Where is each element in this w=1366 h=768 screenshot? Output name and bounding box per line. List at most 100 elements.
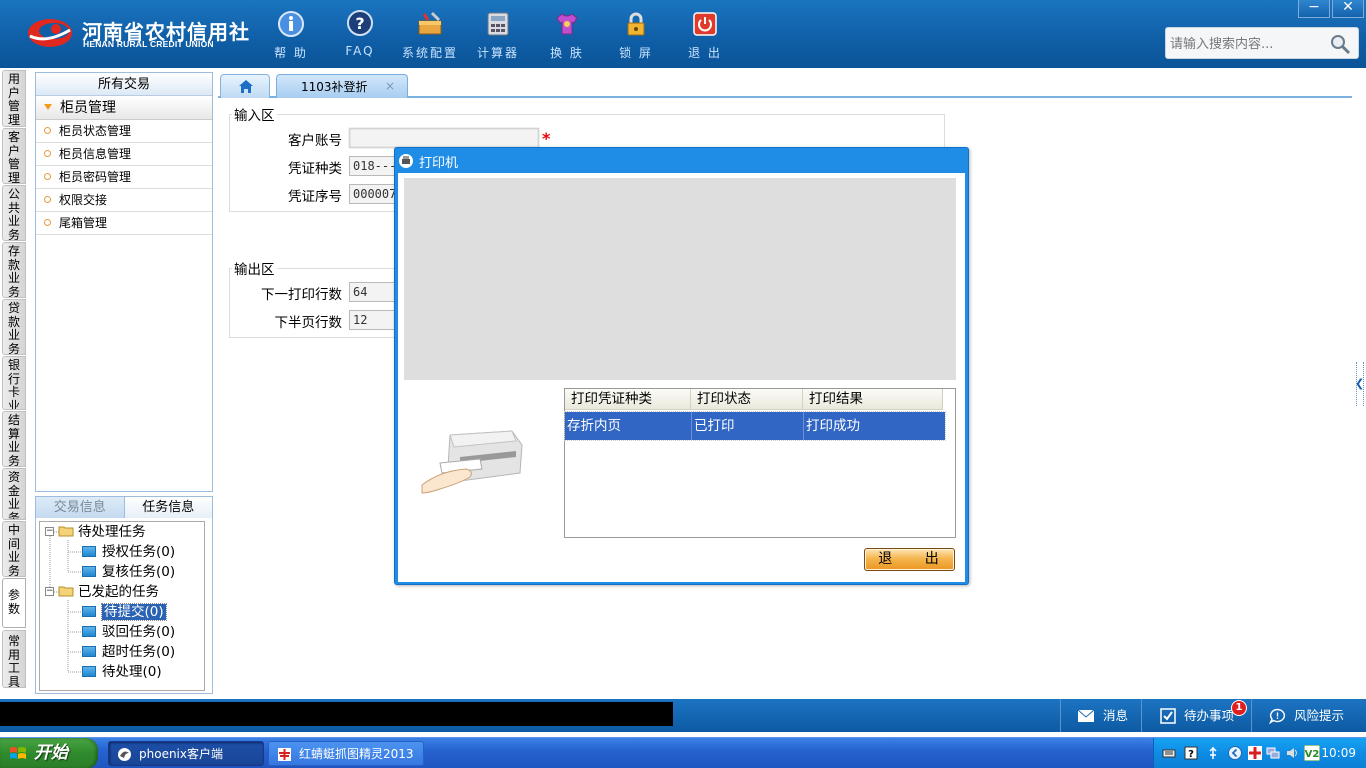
svg-text:V2: V2 [1305, 749, 1320, 760]
keyboard-icon[interactable] [1162, 746, 1176, 760]
taskbar-item-phoenix-client[interactable]: phoenix客户端 [108, 741, 264, 766]
v2-app-icon[interactable]: V2 [1304, 745, 1320, 761]
shirt-icon [556, 13, 578, 35]
tree-node-label: 复核任务(0) [102, 564, 176, 580]
info-icon [278, 11, 304, 37]
menu-group-label: 柜员管理 [60, 100, 116, 116]
system-tray: ? V2 10:09 [1153, 738, 1366, 768]
collapse-toggle[interactable]: − [45, 587, 54, 596]
menu-item-teller-info[interactable]: 柜员信息管理 [36, 143, 212, 166]
category-intermediary-business[interactable]: 中间业务 [2, 521, 26, 577]
voucher-number-field[interactable]: 000007 [349, 184, 395, 204]
network-icon[interactable] [1266, 746, 1280, 760]
tree-node-pending-tasks[interactable]: 待处理任务 [58, 522, 146, 542]
tree-node-review-tasks[interactable]: 复核任务(0) [82, 562, 175, 582]
category-parameters[interactable]: 参数 [2, 578, 26, 628]
category-loan-business[interactable]: 贷款业务 [2, 299, 26, 355]
risk-alert-button[interactable]: 风险提示 [1251, 699, 1366, 732]
column-header-print-result[interactable]: 打印结果 [803, 389, 943, 410]
search-input[interactable] [1170, 34, 1320, 54]
power-icon [693, 12, 717, 36]
tab-label: 1103补登折 [301, 80, 368, 94]
red-cross-app-icon[interactable] [1248, 746, 1262, 760]
menu-item-label: 柜员状态管理 [59, 124, 132, 138]
collapse-toggle[interactable]: − [45, 527, 54, 536]
task-panel-tabs: 交易信息 任务信息 [36, 497, 212, 518]
task-tree: − − 待处理任务 授权任务(0) 复核任务(0) 已发起的任务 待提交(0) … [39, 521, 205, 691]
tree-node-rejected[interactable]: 驳回任务(0) [82, 622, 175, 642]
category-customer-management[interactable]: 客户管理 [2, 128, 26, 184]
cell-voucher-type: 存折内页 [565, 412, 692, 440]
tree-node-timeout[interactable]: 超时任务(0) [82, 642, 175, 662]
calculator-label: 计算器 [476, 46, 519, 60]
menu-item-permission-handover[interactable]: 权限交接 [36, 189, 212, 212]
printer-title-icon [399, 154, 413, 168]
messages-button[interactable]: 消息 [1060, 699, 1140, 732]
category-user-management[interactable]: 用户管理 [2, 70, 26, 127]
category-public-business[interactable]: 公共业务 [2, 185, 26, 241]
tab-transaction-info[interactable]: 交易信息 [36, 497, 125, 518]
volume-icon[interactable] [1285, 746, 1299, 760]
start-button[interactable]: 开始 [0, 738, 98, 768]
search-icon[interactable] [1328, 32, 1352, 56]
dialog-exit-button[interactable]: 退 出 [864, 548, 955, 571]
taskbar-item-screenshot-tool[interactable]: 红蜻蜓抓图精灵2013 [268, 741, 424, 766]
taskbar-item-label: 红蜻蜓抓图精灵2013 [299, 747, 414, 761]
help-tray-icon[interactable]: ? [1184, 746, 1198, 760]
tree-node-to-process[interactable]: 待处理(0) [82, 662, 162, 682]
menu-item-teller-status[interactable]: 柜员状态管理 [36, 120, 212, 143]
category-deposit-business[interactable]: 存款业务 [2, 242, 26, 298]
change-skin-label: 换 肤 [550, 46, 584, 60]
category-settlement-business[interactable]: 结算业务 [2, 411, 26, 467]
show-hidden-icons-icon[interactable] [1228, 746, 1242, 760]
task-panel: 交易信息 任务信息 − − 待处理任务 授权任务(0) 复核任务(0) 已发起的… [35, 496, 213, 694]
help-button[interactable]: 帮 助 [257, 8, 325, 62]
system-clock[interactable]: 10:09 [1321, 738, 1356, 768]
toolbox-icon [418, 11, 442, 35]
output-section-title: 输出区 [232, 258, 277, 278]
system-config-button[interactable]: 系统配置 [396, 8, 464, 62]
cell-print-status: 已打印 [692, 412, 804, 440]
faq-button[interactable]: ? FAQ [326, 8, 394, 62]
dragonfly-app-icon [278, 748, 291, 761]
category-bank-card-business[interactable]: 银行卡业务 [2, 356, 26, 410]
tree-node-auth-tasks[interactable]: 授权任务(0) [82, 542, 175, 562]
usb-icon[interactable] [1206, 746, 1220, 760]
change-skin-button[interactable]: 换 肤 [533, 8, 601, 62]
tree-node-to-submit[interactable]: 待提交(0) [82, 602, 167, 622]
close-icon[interactable]: × [385, 79, 395, 93]
task-node-icon [82, 546, 96, 557]
minimize-window-button[interactable]: − [1298, 0, 1330, 18]
menu-group-teller-management[interactable]: 柜员管理 [36, 96, 212, 120]
account-field[interactable] [349, 128, 539, 148]
close-window-button[interactable]: ✕ [1332, 0, 1364, 18]
half-page-lines-label: 下半页行数 [274, 315, 343, 331]
voucher-type-field[interactable]: 018---- [349, 156, 395, 176]
table-row[interactable]: 存折内页 已打印 打印成功 [564, 411, 946, 441]
category-common-tools[interactable]: 常用工具 [2, 630, 26, 688]
brand-name-en: HENAN RURAL CREDIT UNION [83, 39, 214, 49]
column-header-print-status[interactable]: 打印状态 [691, 389, 803, 410]
print-results-table: 打印凭证种类 打印状态 打印结果 存折内页 已打印 打印成功 [564, 388, 956, 538]
half-page-lines-field[interactable]: 12 [349, 310, 395, 330]
tab-passbook-update[interactable]: 1103补登折 × [276, 74, 408, 98]
column-header-voucher-type[interactable]: 打印凭证种类 [565, 389, 691, 410]
menu-item-cash-box[interactable]: 尾箱管理 [36, 212, 212, 235]
bullet-icon [44, 219, 51, 226]
task-node-icon [82, 566, 96, 577]
menu-item-teller-password[interactable]: 柜员密码管理 [36, 166, 212, 189]
tree-node-initiated-tasks[interactable]: 已发起的任务 [58, 582, 159, 602]
envelope-icon [1077, 709, 1095, 722]
messages-label: 消息 [1103, 708, 1129, 723]
calculator-button[interactable]: 计算器 [464, 8, 532, 62]
transaction-menu-panel: 所有交易 柜员管理 柜员状态管理 柜员信息管理 柜员密码管理 权限交接 尾箱管理 [35, 72, 213, 492]
tab-home[interactable] [220, 74, 270, 98]
expand-left-arrow-icon[interactable]: ❮ [1355, 377, 1364, 390]
category-fund-business[interactable]: 资金业务 [2, 468, 26, 520]
calculator-icon [487, 12, 509, 36]
lock-screen-button[interactable]: 锁 屏 [602, 8, 670, 62]
bullet-icon [44, 196, 51, 203]
tab-task-info[interactable]: 任务信息 [124, 497, 212, 518]
exit-app-button[interactable]: 退 出 [671, 8, 739, 62]
next-print-line-field[interactable]: 64 [349, 282, 395, 302]
